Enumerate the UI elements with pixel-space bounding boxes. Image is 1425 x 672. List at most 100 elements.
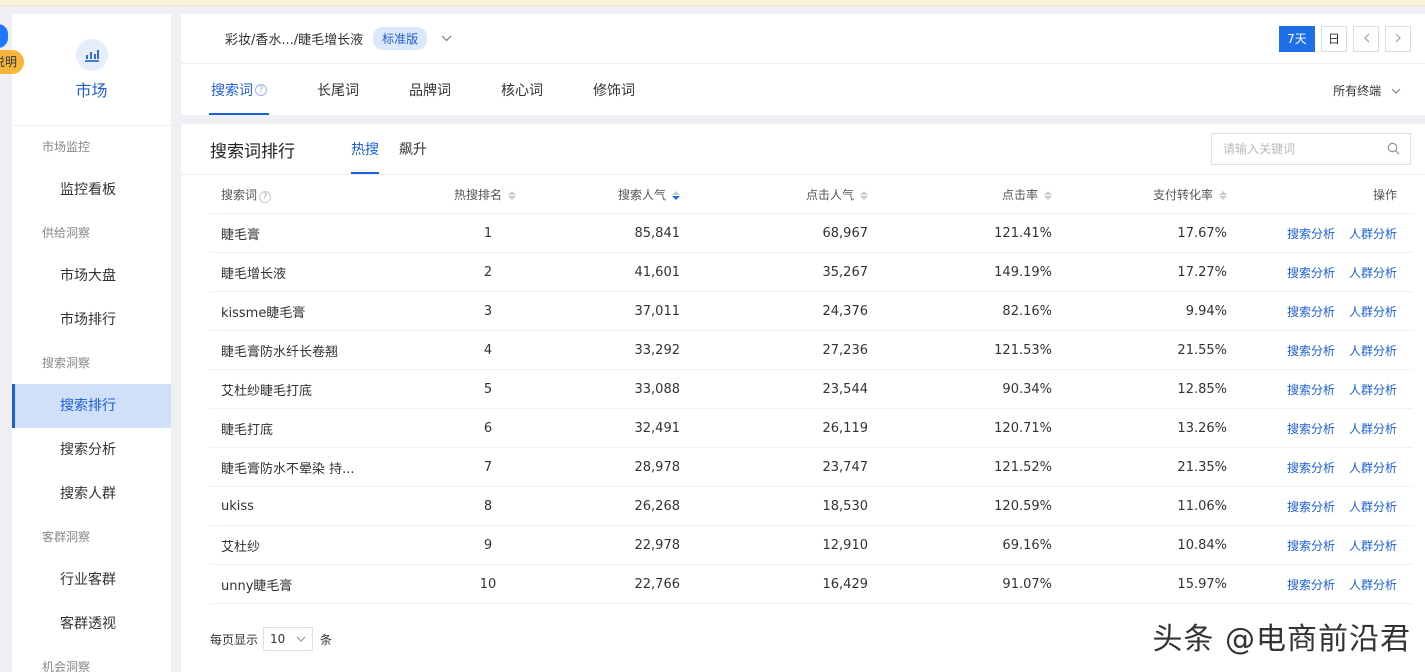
pager-suffix: 条 [320,632,333,647]
sidebar-item[interactable]: 搜索人群 [12,472,171,516]
rank-value: 5 [483,381,493,397]
column-header[interactable]: 点击率 [868,186,1052,203]
search-analysis-link[interactable]: 搜索分析 [1287,266,1335,280]
table-cell: 4 [396,343,526,358]
sidebar-item[interactable]: 行业客群 [12,558,171,602]
search-analysis-link[interactable]: 搜索分析 [1287,422,1335,436]
search-analysis-link[interactable]: 搜索分析 [1287,539,1335,553]
crowd-analysis-link[interactable]: 人群分析 [1349,227,1397,241]
search-analysis-link[interactable]: 搜索分析 [1287,578,1335,592]
search-analysis-link[interactable]: 搜索分析 [1287,500,1335,514]
market-chart-icon [75,38,108,71]
table-cell: 睫毛增长液 [221,266,287,282]
sidebar-item[interactable]: 客群透视 [12,602,171,646]
search-input[interactable] [1223,142,1383,156]
table-cell: 2 [396,265,526,280]
table-cell: 26,119 [822,420,869,436]
subtab[interactable]: 热搜 [351,124,379,174]
page-size-value: 10 [270,632,286,646]
crowd-analysis-link[interactable]: 人群分析 [1349,383,1397,397]
search-analysis-link[interactable]: 搜索分析 [1287,305,1335,319]
row-actions: 搜索分析 人群分析 [1227,264,1413,281]
chevron-down-icon [1391,88,1401,94]
sidebar-group-label: 市场监控 [42,140,91,154]
table-cell: 120.71% [994,420,1052,436]
search-analysis-link[interactable]: 搜索分析 [1287,383,1335,397]
sidebar-brand-label: 市场 [75,80,108,100]
subtab[interactable]: 飙升 [399,124,427,174]
table-row: unny睫毛膏 10 22,766 16,429 91.07% 15.97% 搜索分析 人群分… [210,565,1413,604]
tab-keyword-type[interactable]: 修饰词 [593,64,635,115]
crowd-analysis-link[interactable]: 人群分析 [1349,266,1397,280]
crowd-analysis-link[interactable]: 人群分析 [1349,578,1397,592]
sidebar-item[interactable]: 市场排行 [12,298,171,342]
tab-keyword-type[interactable]: 品牌词 [409,64,451,115]
column-header-label: 点击人气 [805,187,854,202]
sidebar-item[interactable]: 市场大盘 [12,254,171,298]
column-header[interactable]: 支付转化率 [1052,186,1227,203]
table-row: 艾杜纱睫毛打底 5 33,088 23,544 90.34% 12.85% 搜索分析 人群分析 [210,370,1413,409]
crowd-analysis-link[interactable]: 人群分析 [1349,344,1397,358]
crowd-analysis-link[interactable]: 人群分析 [1349,539,1397,553]
tab-keyword-type[interactable]: 长尾词 [317,64,359,115]
watermark: 头条 @电商前沿君 [1152,622,1411,657]
sort-icon[interactable] [1044,190,1052,201]
sidebar-group-label: 机会洞察 [42,660,91,672]
table-cell: 21.55% [1177,342,1227,358]
help-icon[interactable]: ? [255,83,267,96]
rank-value: 8 [483,498,493,514]
search-analysis-link[interactable]: 搜索分析 [1287,344,1335,358]
table-cell: 121.41% [994,225,1052,241]
table-cell: 睫毛膏 [221,227,261,243]
float-blue-tab[interactable] [0,24,8,48]
table-cell: 3 [396,304,526,319]
row-actions: 搜索分析 人群分析 [1227,342,1413,359]
terminal-select[interactable]: 所有终端 [1333,82,1401,99]
next-period-button[interactable] [1385,26,1411,52]
column-header[interactable]: 搜索人气 [526,186,696,203]
breadcrumb[interactable]: 彩妆/香水.../睫毛增长液 [225,29,363,48]
table-cell: 33,292 [634,342,681,358]
column-header-label: 点击率 [1001,187,1038,202]
table-cell: 22,978 [634,537,681,553]
search-ranking-card: 搜索词排行 热搜飙升 搜索词? 热搜排名 搜索人气 点击人气 点击率 支付转化率 操作睫毛膏… [181,124,1425,672]
sidebar-item[interactable]: 搜索排行 [12,384,171,428]
sort-icon[interactable] [860,190,868,201]
tab-keyword-type[interactable]: 搜索词? [209,64,269,115]
row-actions: 搜索分析 人群分析 [1227,537,1413,554]
column-header-label: 搜索词 [221,187,258,202]
chevron-down-icon[interactable] [441,32,452,45]
tab-label: 品牌词 [409,82,451,99]
help-icon[interactable]: ? [259,190,272,203]
tab-label: 核心词 [501,82,543,99]
page-size-select[interactable]: 10 [263,627,314,651]
date-7day-button[interactable]: 7天 [1278,26,1315,52]
table-cell: 85,841 [634,225,681,241]
sort-icon[interactable] [1219,190,1227,201]
sidebar-item[interactable]: 监控看板 [12,168,171,212]
search-analysis-link[interactable]: 搜索分析 [1287,461,1335,475]
prev-period-button[interactable] [1353,26,1379,52]
table-cell: 121.53% [994,342,1052,358]
table-cell: 27,236 [822,342,869,358]
search-analysis-link[interactable]: 搜索分析 [1287,227,1335,241]
table-cell: 37,011 [634,303,681,319]
crowd-analysis-link[interactable]: 人群分析 [1349,500,1397,514]
search-icon[interactable] [1387,142,1400,159]
sidebar-brand[interactable]: 市场 [12,14,171,126]
date-day-button[interactable]: 日 [1320,26,1347,52]
sort-icon[interactable] [672,190,680,201]
column-header[interactable]: 点击人气 [696,186,868,203]
help-badge[interactable]: 说明 [0,50,24,74]
table-cell: 69.16% [1002,537,1052,553]
crowd-analysis-link[interactable]: 人群分析 [1349,305,1397,319]
rank-value: 4 [483,342,493,358]
sort-icon[interactable] [508,190,516,201]
table-cell: 11.06% [1177,498,1227,514]
crowd-analysis-link[interactable]: 人群分析 [1349,422,1397,436]
sidebar-item[interactable]: 搜索分析 [12,428,171,472]
column-header[interactable]: 热搜排名 [396,186,526,203]
crowd-analysis-link[interactable]: 人群分析 [1349,461,1397,475]
tab-keyword-type[interactable]: 核心词 [501,64,543,115]
table-cell: 41,601 [634,264,681,280]
